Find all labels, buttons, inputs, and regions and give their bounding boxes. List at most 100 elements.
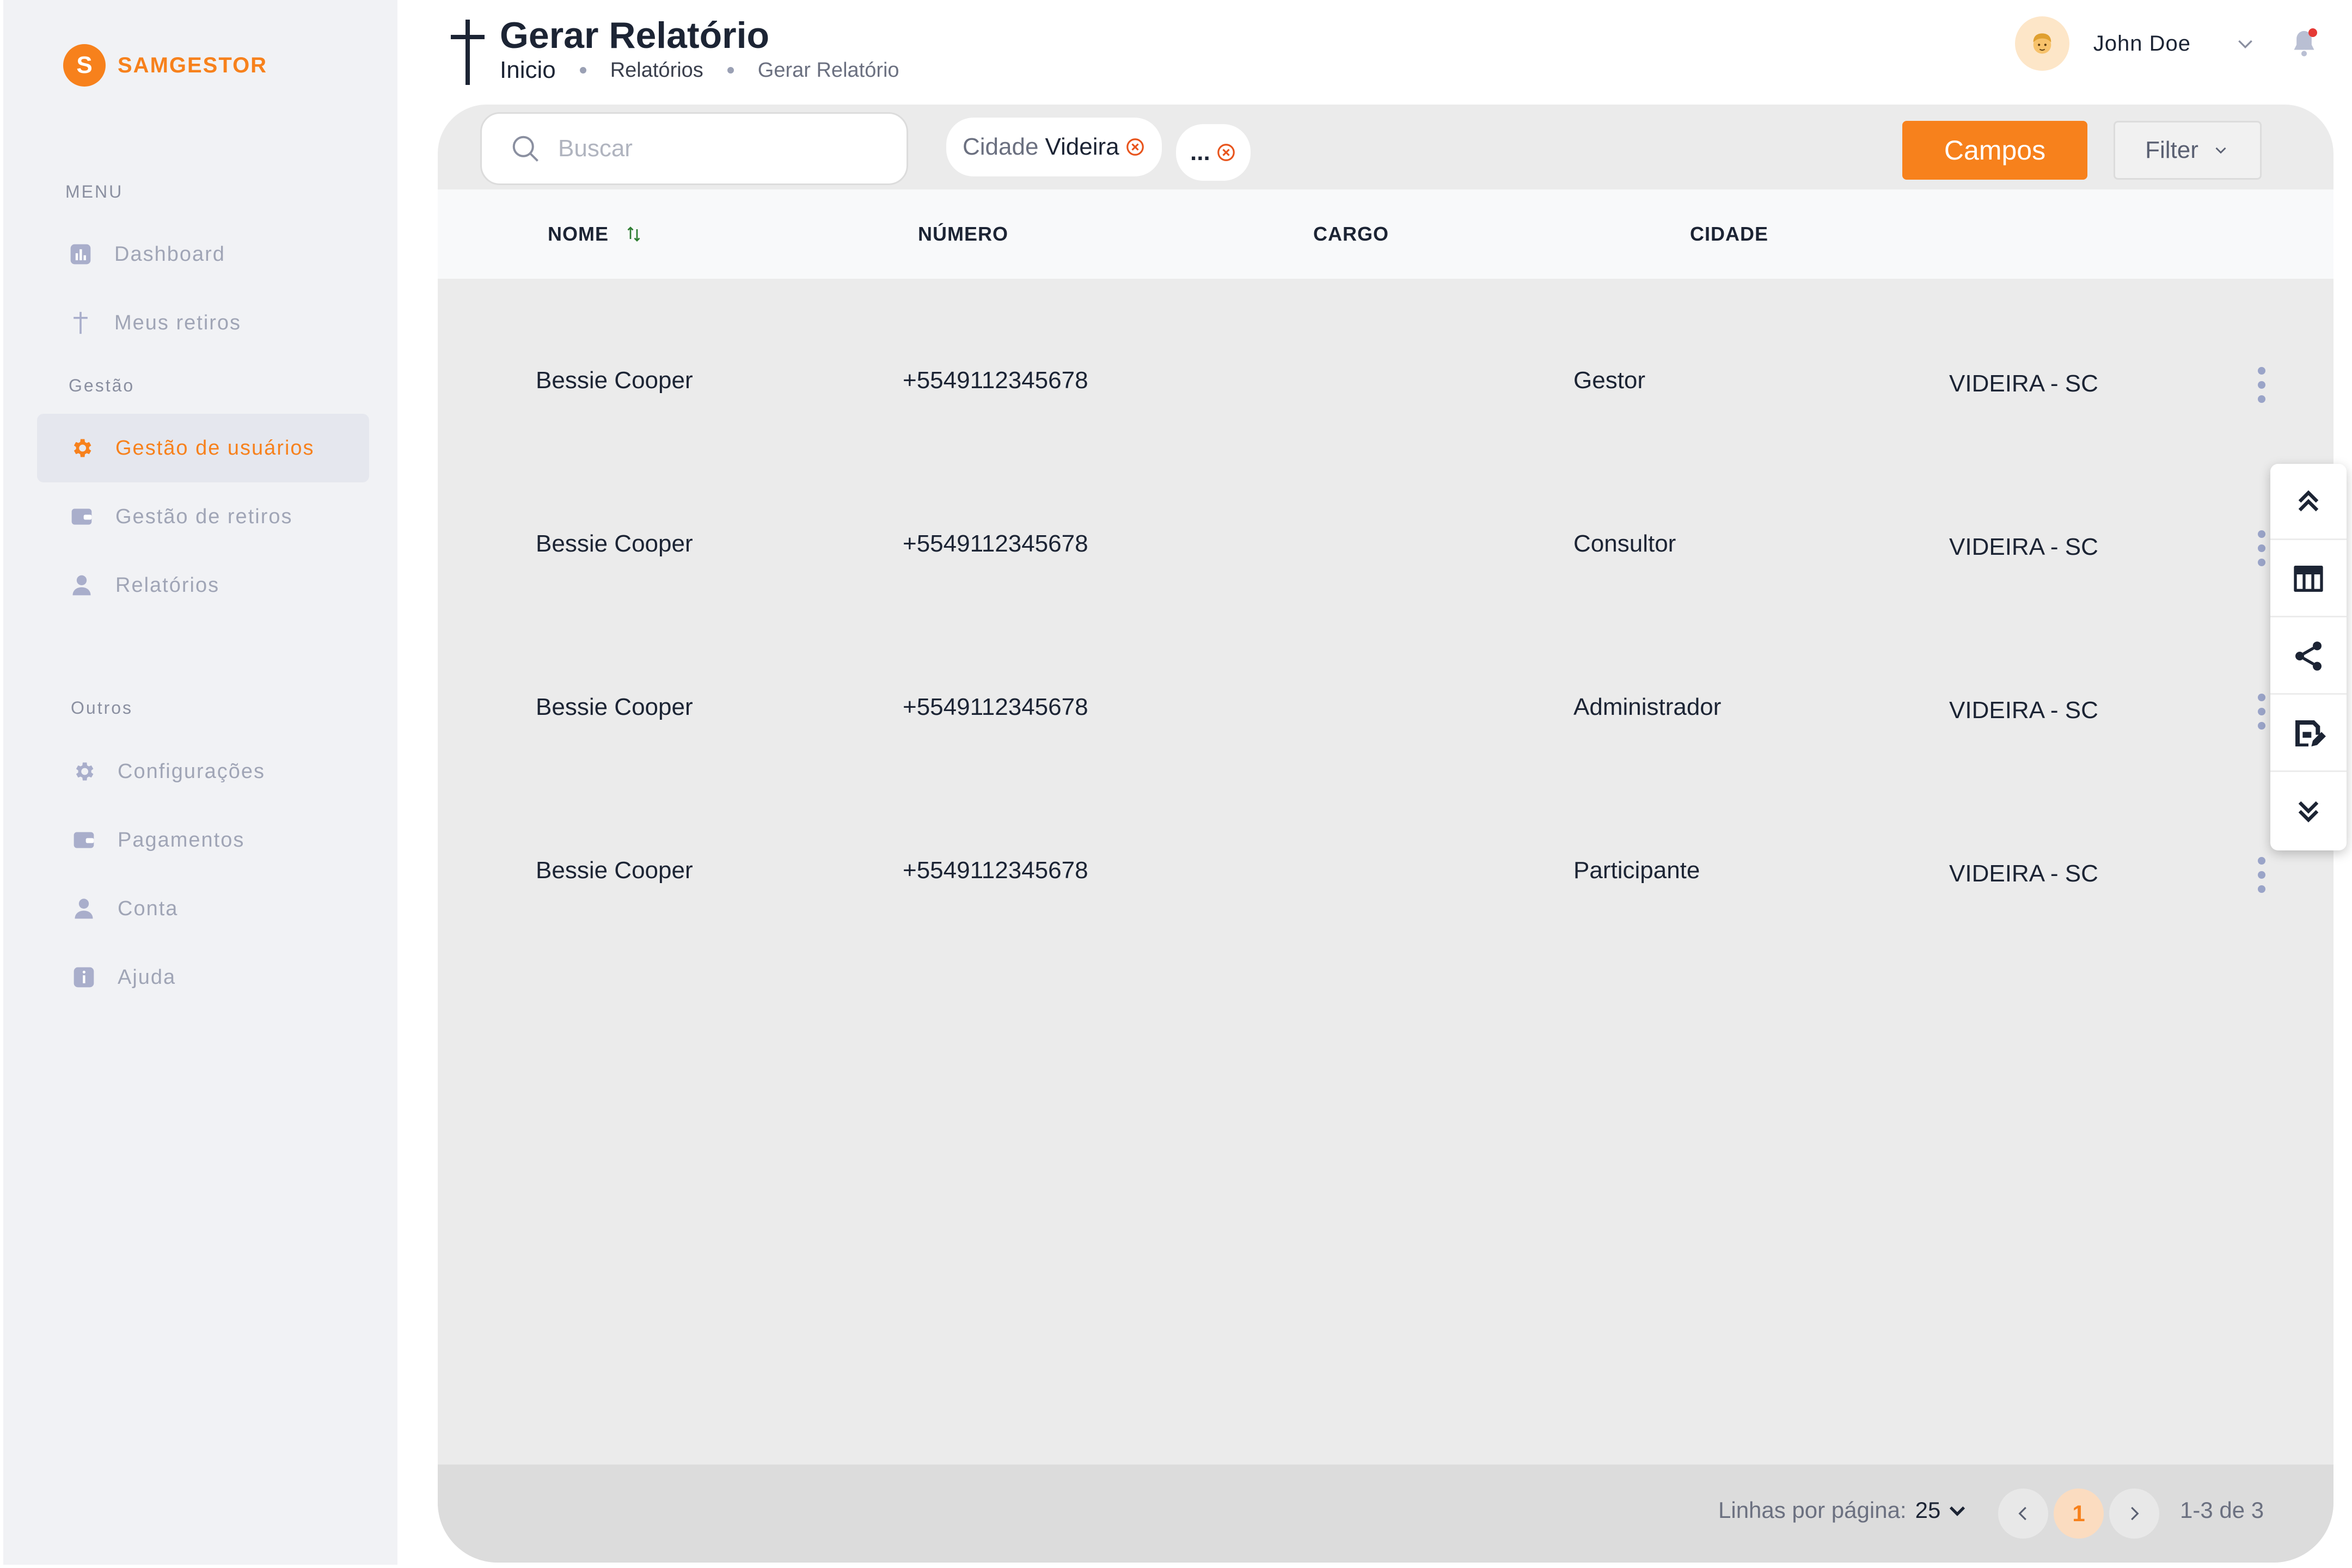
sidebar-item-label: Ajuda — [118, 965, 176, 989]
pagination-bar: Linhas por página: 25 1 1-3 de 3 — [438, 1465, 2333, 1563]
row-menu-icon[interactable] — [2256, 694, 2267, 730]
filter-chip-more[interactable]: ... — [1176, 124, 1251, 181]
cell-nome: Bessie Cooper — [536, 367, 693, 394]
sidebar: S SAMGESTOR MENU Dashboard Meus retiros … — [3, 0, 397, 1565]
search-input[interactable] — [558, 135, 885, 162]
breadcrumb-home[interactable]: Inicio — [500, 57, 556, 84]
share-button[interactable] — [2270, 618, 2347, 695]
save-edit-button[interactable] — [2270, 696, 2347, 772]
search-icon — [512, 136, 538, 162]
cell-cargo: Gestor — [1573, 367, 1646, 394]
row-menu-icon[interactable] — [2256, 530, 2267, 566]
close-icon[interactable] — [1216, 142, 1236, 163]
cell-numero: +5549112345678 — [903, 367, 1088, 394]
table-row[interactable]: Bessie Cooper +5549112345678 Participant… — [438, 857, 2333, 1038]
chevron-right-icon — [2131, 1506, 2139, 1521]
page-button-current[interactable]: 1 — [2054, 1489, 2104, 1539]
filter-chip-cidade[interactable]: Cidade Videira — [946, 118, 1162, 176]
breadcrumb-relatorios[interactable]: Relatórios — [610, 59, 703, 82]
user-icon — [70, 573, 94, 597]
table-toolbar: Cidade Videira ... Campos Filter — [438, 105, 2333, 189]
cell-numero: +5549112345678 — [903, 694, 1088, 720]
sidebar-item-dashboard[interactable]: Dashboard — [37, 220, 369, 289]
cell-cargo: Participante — [1573, 857, 1700, 884]
user-name[interactable]: John Doe — [2093, 32, 2191, 56]
scroll-top-button[interactable] — [2270, 464, 2347, 540]
notification-button[interactable] — [2289, 27, 2319, 60]
save-edit-icon — [2295, 720, 2326, 746]
row-menu-icon[interactable] — [2256, 857, 2267, 893]
brand-logo[interactable]: S SAMGESTOR — [63, 44, 267, 87]
chart-icon — [69, 242, 93, 266]
search-box[interactable] — [480, 112, 908, 185]
cell-cidade: VIDEIRA - SC — [1949, 370, 2098, 397]
close-icon[interactable] — [1125, 137, 1146, 157]
sidebar-item-label: Conta — [118, 897, 179, 920]
chevron-down-icon[interactable] — [2234, 33, 2256, 54]
user-icon — [72, 897, 96, 921]
column-header-cidade[interactable]: CIDADE — [1690, 189, 1768, 279]
gestao-section-label: Gestão — [69, 376, 135, 395]
chip-more-label: ... — [1190, 139, 1210, 166]
sort-icon[interactable] — [624, 224, 644, 244]
table-row[interactable]: Bessie Cooper +5549112345678 Consultor V… — [438, 530, 2333, 711]
rows-per-page-label: Linhas por página: — [1718, 1497, 1907, 1523]
sidebar-item-label: Dashboard — [114, 242, 225, 266]
menu-section-label: MENU — [65, 182, 124, 201]
sidebar-item-label: Configurações — [118, 759, 266, 783]
rows-per-page-value: 25 — [1915, 1497, 1941, 1523]
sidebar-item-label: Meus retiros — [114, 311, 242, 334]
share-icon — [2295, 641, 2322, 671]
chevron-left-icon — [2018, 1506, 2026, 1521]
filter-label: Filter — [2145, 137, 2198, 163]
outros-section-label: Outros — [71, 698, 133, 718]
sidebar-item-ajuda[interactable]: Ajuda — [39, 943, 371, 1012]
column-header-numero[interactable]: NÚMERO — [918, 189, 1008, 279]
table-view-button[interactable] — [2270, 541, 2347, 617]
breadcrumb-separator — [727, 67, 734, 74]
notification-dot — [2308, 28, 2317, 37]
logo-badge: S — [63, 44, 106, 87]
brand-name: SAMGESTOR — [118, 53, 268, 77]
table-row[interactable]: Bessie Cooper +5549112345678 Gestor VIDE… — [438, 367, 2333, 548]
table-row[interactable]: Bessie Cooper +5549112345678 Administrad… — [438, 694, 2333, 874]
next-page-button[interactable] — [2109, 1489, 2159, 1539]
sidebar-item-pagamentos[interactable]: Pagamentos — [39, 806, 371, 874]
chevron-down-icon — [1950, 1506, 1965, 1516]
sidebar-item-gestao-retiros[interactable]: Gestão de retiros — [37, 482, 369, 551]
filter-button[interactable]: Filter — [2114, 121, 2262, 180]
column-header-cargo[interactable]: CARGO — [1313, 189, 1389, 279]
gear-icon — [70, 436, 94, 460]
page-title: Gerar Relatório — [500, 15, 770, 56]
wallet-icon — [72, 828, 96, 852]
double-chevron-down-icon — [2298, 801, 2319, 823]
prev-page-button[interactable] — [1998, 1489, 2048, 1539]
report-panel: Cidade Videira ... Campos Filter NOME — [438, 105, 2333, 1563]
breadcrumb-separator — [579, 67, 586, 74]
cell-numero: +5549112345678 — [903, 857, 1088, 884]
sidebar-item-relatorios[interactable]: Relatórios — [37, 551, 369, 620]
breadcrumb-current: Gerar Relatório — [757, 58, 899, 82]
sidebar-item-label: Relatórios — [115, 573, 220, 597]
cell-cidade: VIDEIRA - SC — [1949, 860, 2098, 887]
rows-per-page[interactable]: Linhas por página: 25 — [1718, 1497, 1969, 1523]
row-menu-icon[interactable] — [2256, 367, 2267, 403]
sidebar-item-meus-retiros[interactable]: Meus retiros — [37, 289, 369, 357]
table-header: NOME NÚMERO CARGO CIDADE — [438, 189, 2333, 279]
cell-cargo: Consultor — [1573, 530, 1676, 557]
campos-button[interactable]: Campos — [1902, 121, 2087, 180]
cell-cidade: VIDEIRA - SC — [1949, 697, 2098, 724]
column-header-nome[interactable]: NOME — [548, 189, 644, 279]
avatar[interactable] — [2014, 16, 2069, 71]
chip-key: Cidade — [963, 133, 1039, 160]
sidebar-item-conta[interactable]: Conta — [39, 874, 371, 943]
info-icon — [72, 965, 96, 989]
user-menu: John Doe — [2014, 16, 2319, 71]
scroll-bottom-button[interactable] — [2270, 773, 2347, 849]
cell-cidade: VIDEIRA - SC — [1949, 534, 2098, 560]
cross-icon — [69, 311, 93, 335]
sidebar-item-configuracoes[interactable]: Configurações — [39, 737, 371, 806]
cell-nome: Bessie Cooper — [536, 694, 693, 720]
sidebar-item-gestao-usuarios[interactable]: Gestão de usuários — [37, 414, 369, 482]
user-face-icon — [2033, 33, 2051, 54]
